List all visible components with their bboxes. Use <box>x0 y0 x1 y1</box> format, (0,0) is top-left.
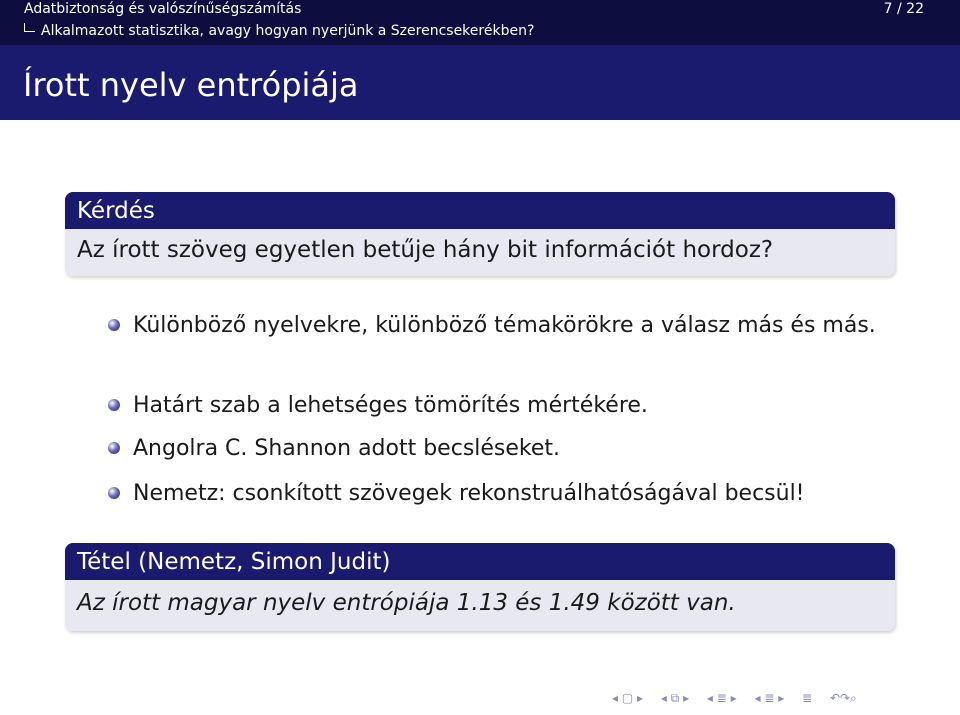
bullet-icon <box>108 319 120 331</box>
nav-document-icon[interactable]: ◂ ≣ ▸ <box>754 690 784 706</box>
list-item: Angolra C. Shannon adott becsléseket. <box>108 433 898 464</box>
nav-frame-icon[interactable]: ◂ ▢ ▸ <box>612 690 643 706</box>
question-block-title: Kérdés <box>77 198 155 224</box>
subsection-title[interactable]: Alkalmazott statisztika, avagy hogyan ny… <box>24 22 534 40</box>
bullet-icon <box>108 487 120 499</box>
subsection-title-text: Alkalmazott statisztika, avagy hogyan ny… <box>41 23 535 39</box>
theorem-block-title: Tétel (Nemetz, Simon Judit) <box>77 549 391 575</box>
question-block-header: Kérdés <box>65 192 895 229</box>
frame-title-bar: Írott nyelv entrópiája <box>0 45 960 120</box>
list-item-text: Angolra C. Shannon adott becsléseket. <box>133 436 561 461</box>
navigation-bar: ◂ ▢ ▸ ◂ ⧉ ▸ ◂ ≣ ▸ ◂ ≣ ▸ ≣ ↶↷⌕ <box>612 690 863 706</box>
question-block: Kérdés Az írott szöveg egyetlen betűje h… <box>65 192 895 276</box>
theorem-block: Tétel (Nemetz, Simon Judit) Az írott mag… <box>65 543 895 631</box>
nav-subsection-icon[interactable]: ◂ ⧉ ▸ <box>661 690 689 706</box>
list-item: Különböző nyelvekre, különböző témakörök… <box>108 310 898 341</box>
question-block-body: Az írott szöveg egyetlen betűje hány bit… <box>65 229 895 276</box>
theorem-block-header: Tétel (Nemetz, Simon Judit) <box>65 543 895 580</box>
bullet-icon <box>108 399 120 411</box>
section-title[interactable]: Adatbiztonság és valószínűségszámítás <box>24 0 301 18</box>
headline-bar: Adatbiztonság és valószínűségszámítás 7 … <box>0 0 960 45</box>
list-item-text: Nemetz: csonkított szövegek rekonstruálh… <box>133 481 805 506</box>
list-item-text: Különböző nyelvekre, különböző témakörök… <box>133 313 876 338</box>
nav-search-icon[interactable]: ↶↷⌕ <box>830 690 857 706</box>
frame-title: Írott nyelv entrópiája <box>23 66 359 104</box>
question-text: Az írott szöveg egyetlen betűje hány bit… <box>77 237 774 263</box>
page-counter: 7 / 22 <box>883 1 924 17</box>
bullet-icon <box>108 442 120 454</box>
list-item-text: Határt szab a lehetséges tömörítés mérté… <box>133 393 648 418</box>
list-item: Nemetz: csonkított szövegek rekonstruálh… <box>108 478 898 509</box>
subsection-corner-icon <box>24 23 35 32</box>
theorem-block-body: Az írott magyar nyelv entrópiája 1.13 és… <box>65 580 895 631</box>
nav-appendix-icon[interactable]: ≣ <box>802 690 812 706</box>
list-item: Határt szab a lehetséges tömörítés mérté… <box>108 390 898 421</box>
nav-section-icon[interactable]: ◂ ≣ ▸ <box>707 690 737 706</box>
theorem-text: Az írott magyar nyelv entrópiája 1.13 és… <box>77 590 736 616</box>
